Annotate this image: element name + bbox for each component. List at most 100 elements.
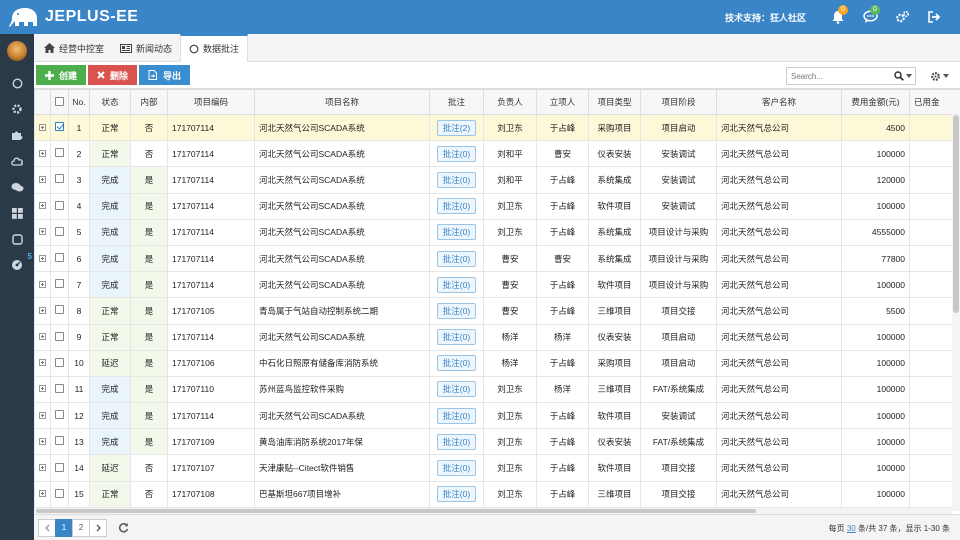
select-cell[interactable]	[50, 271, 69, 299]
table-row[interactable]: 2 正常否 171707114 河北天然气公司SCADA系统 批注(0) 刘和平 曹安 仪表安…	[34, 140, 960, 168]
tab-annotations[interactable]: 数据批注	[180, 34, 249, 62]
select-cell[interactable]	[50, 375, 69, 404]
expand-cell[interactable]	[34, 480, 51, 508]
expand-icon[interactable]	[39, 333, 46, 341]
note-button[interactable]: 批注(0)	[436, 329, 477, 346]
note-button[interactable]: 批注(0)	[436, 250, 477, 267]
expand-icon[interactable]	[39, 175, 46, 183]
create-button[interactable]: 创建	[36, 65, 87, 85]
avatar[interactable]	[0, 34, 34, 68]
table-row[interactable]: 1 正常否 171707114 河北天然气公司SCADA系统 批注(2) 刘卫东 于占峰 采购…	[34, 113, 960, 142]
sidebar-item-dashboard[interactable]: 5	[0, 252, 34, 278]
logo[interactable]: JEPLUS-EE	[0, 0, 138, 34]
column-settings-button[interactable]	[926, 67, 952, 85]
row-checkbox[interactable]	[55, 279, 64, 289]
sidebar-item-settings[interactable]	[0, 96, 34, 122]
page-size-selector[interactable]: 30	[847, 524, 856, 533]
header-name[interactable]: 项目名称	[254, 89, 430, 115]
table-row[interactable]: 13 完成是 171707109 黄岛油库消防系统2017年保 批注(0) 刘卫东 于占峰仪…	[34, 428, 960, 456]
tab-news[interactable]: 新闻动态	[112, 35, 180, 61]
header-status[interactable]: 状态	[89, 89, 131, 115]
row-checkbox[interactable]	[55, 305, 64, 315]
table-row[interactable]: 14 延迟否 171707107 天津康贴--Citect软件销售 批注(0) 刘卫东 于占…	[34, 454, 960, 482]
select-cell[interactable]	[50, 349, 69, 377]
export-button[interactable]: 导出	[139, 65, 191, 85]
row-checkbox[interactable]	[55, 357, 64, 367]
note-button[interactable]: 批注(0)	[436, 198, 477, 215]
note-button[interactable]: 批注(0)	[436, 486, 477, 503]
row-checkbox[interactable]	[55, 410, 64, 420]
logout-button[interactable]	[918, 0, 950, 34]
header-customer[interactable]: 客户名称	[716, 89, 842, 115]
note-button[interactable]: 批注(0)	[436, 407, 477, 424]
note-button[interactable]: 批注(0)	[436, 145, 477, 162]
sidebar-item-apps[interactable]	[0, 200, 34, 226]
select-cell[interactable]	[50, 140, 69, 168]
row-checkbox[interactable]	[55, 226, 64, 236]
header-internal[interactable]: 内部	[130, 89, 168, 115]
prev-page-button[interactable]	[38, 518, 56, 537]
table-row[interactable]: 5 完成是 171707114 河北天然气公司SCADA系统 批注(0) 刘卫东 于占峰 系统…	[34, 218, 960, 246]
expand-icon[interactable]	[39, 123, 46, 131]
scroll-thumb[interactable]	[953, 115, 959, 313]
expand-cell[interactable]	[34, 166, 51, 194]
sidebar-item-cloud[interactable]	[0, 148, 34, 174]
header-select-all[interactable]	[50, 89, 69, 115]
support-text[interactable]: 技术支持：狂人社区	[725, 11, 806, 24]
row-checkbox[interactable]	[55, 488, 64, 498]
delete-button[interactable]: 删除	[88, 65, 138, 85]
header-code[interactable]: 项目编码	[167, 89, 255, 115]
row-checkbox[interactable]	[55, 383, 64, 393]
table-row[interactable]: 6 完成是 171707114 河北天然气公司SCADA系统 批注(0) 曹安 曹安 系统集成…	[34, 244, 960, 273]
expand-cell[interactable]	[34, 244, 51, 273]
notification-button[interactable]: 0	[822, 0, 854, 34]
expand-cell[interactable]	[34, 113, 51, 142]
search-dropdown[interactable]	[894, 71, 915, 81]
expand-cell[interactable]	[34, 218, 51, 246]
table-row[interactable]: 15 正常否 171707108 巴基斯坦667项目增补 批注(0) 刘卫东 于占峰 三维项目…	[34, 480, 960, 508]
expand-cell[interactable]	[34, 349, 51, 377]
expand-icon[interactable]	[39, 202, 46, 210]
table-row[interactable]: 4 完成是 171707114 河北天然气公司SCADA系统 批注(0) 刘卫东 于占峰 软件…	[34, 192, 960, 220]
next-page-button[interactable]	[89, 518, 107, 537]
header-note[interactable]: 批注	[429, 89, 484, 115]
table-row[interactable]: 8 正常是 171707105 青岛属于气站自动控制系统二期 批注(0) 曹安 于占峰 三维项…	[34, 297, 960, 325]
table-row[interactable]: 7 完成是 171707114 河北天然气公司SCADA系统 批注(0) 曹安 于占峰 软件项…	[34, 271, 960, 299]
expand-icon[interactable]	[39, 280, 46, 288]
page-button-1[interactable]: 1	[55, 518, 73, 537]
expand-cell[interactable]	[34, 297, 51, 325]
expand-cell[interactable]	[34, 454, 51, 482]
expand-cell[interactable]	[34, 323, 51, 351]
expand-icon[interactable]	[39, 385, 46, 393]
search-box[interactable]	[786, 67, 916, 85]
tab-dashboard[interactable]: 经营中控室	[36, 35, 112, 61]
select-cell[interactable]	[50, 323, 69, 351]
row-checkbox[interactable]	[55, 174, 64, 184]
row-checkbox[interactable]	[55, 200, 64, 210]
select-cell[interactable]	[50, 297, 69, 325]
header-owner[interactable]: 负责人	[483, 89, 537, 115]
table-row[interactable]: 11 完成是 171707110 苏州蓝鸟监控软件采购 批注(0) 刘卫东 杨洋 三维项目 FA…	[34, 375, 960, 404]
select-cell[interactable]	[50, 480, 69, 508]
select-cell[interactable]	[50, 192, 69, 220]
expand-cell[interactable]	[34, 428, 51, 456]
table-row[interactable]: 12 完成是 171707114 河北天然气公司SCADA系统 批注(0) 刘卫东 于占峰软…	[34, 402, 960, 430]
header-stage[interactable]: 项目阶段	[640, 89, 717, 115]
settings-button[interactable]	[886, 0, 918, 34]
page-button-2[interactable]: 2	[72, 518, 90, 537]
expand-icon[interactable]	[39, 490, 46, 498]
select-cell[interactable]	[50, 428, 69, 456]
scroll-thumb[interactable]	[36, 509, 756, 513]
header-no[interactable]: No.	[68, 89, 90, 115]
table-row[interactable]: 3 完成是 171707114 河北天然气公司SCADA系统 批注(0) 刘和平 于占峰 系统…	[34, 166, 960, 194]
refresh-button[interactable]	[116, 521, 130, 535]
row-checkbox[interactable]	[55, 253, 64, 263]
vertical-scrollbar[interactable]	[952, 113, 960, 511]
table-row[interactable]: 9 正常是 171707114 河北天然气公司SCADA系统 批注(0) 杨洋 杨洋 仪表安装…	[34, 323, 960, 351]
search-input[interactable]	[791, 71, 887, 81]
header-type[interactable]: 项目类型	[588, 89, 641, 115]
note-button[interactable]: 批注(0)	[436, 224, 477, 241]
select-cell[interactable]	[50, 113, 69, 142]
expand-cell[interactable]	[34, 375, 51, 404]
expand-icon[interactable]	[39, 359, 46, 367]
